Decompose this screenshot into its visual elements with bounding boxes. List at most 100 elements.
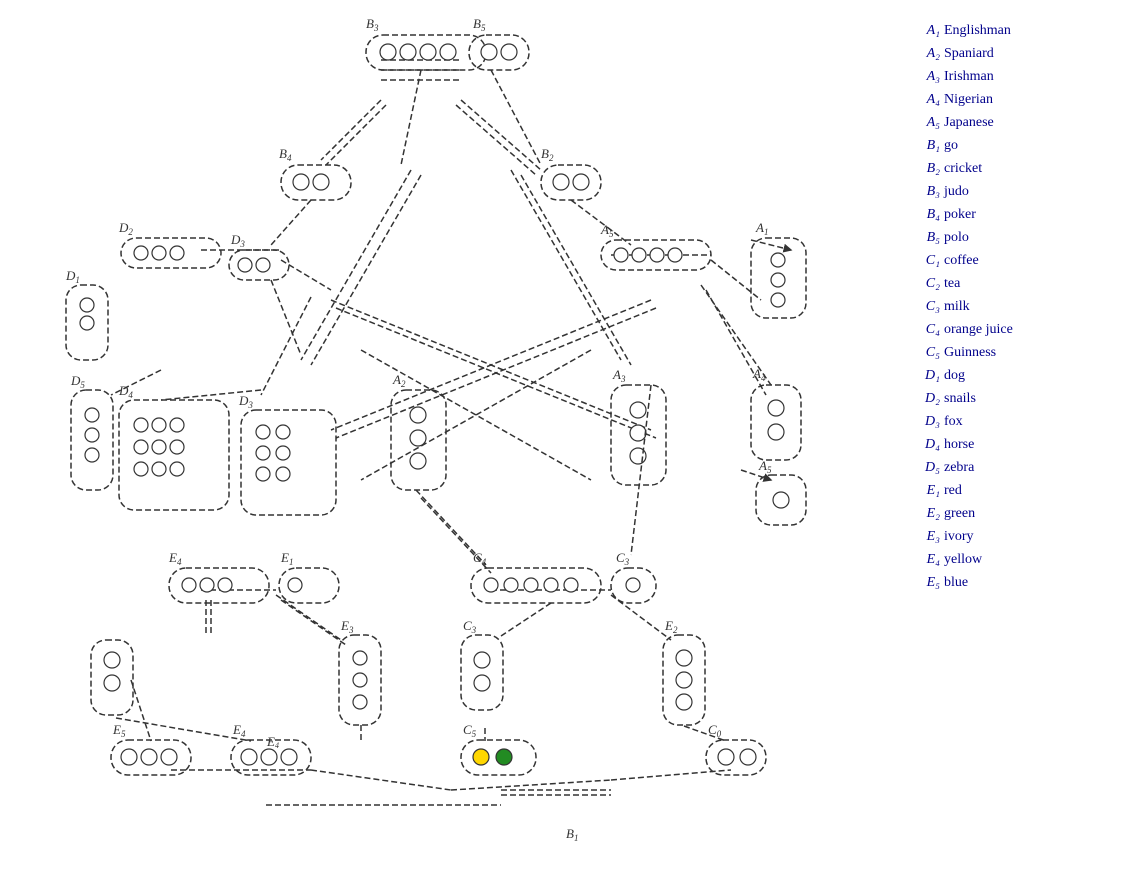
legend-item: E₁red [912,480,1112,501]
legend-value: Irishman [944,66,994,87]
legend-key: E₁ [912,480,940,501]
legend-value: cricket [944,158,982,179]
svg-text:E4: E4 [232,722,246,739]
legend-area: A₁EnglishmanA₂SpaniardA₃IrishmanA₄Nigeri… [902,0,1122,873]
legend-item: D₂snails [912,388,1112,409]
legend-item: D₄horse [912,434,1112,455]
svg-text:B2: B2 [541,146,554,163]
legend-value: red [944,480,962,501]
legend-item: D₁dog [912,365,1112,386]
legend-key: D₅ [912,457,940,478]
legend-value: go [944,135,958,156]
legend-key: E₂ [912,503,940,524]
legend-value: judo [944,181,969,202]
legend-item: C₁coffee [912,250,1112,271]
legend-key: D₄ [912,434,940,455]
legend-value: dog [944,365,965,386]
svg-text:D4: D4 [118,383,133,400]
legend-key: D₂ [912,388,940,409]
legend-item: A₁Englishman [912,20,1112,41]
legend-value: zebra [944,457,974,478]
legend-value: fox [944,411,963,432]
legend-key: B₁ [912,135,940,156]
svg-text:D3: D3 [230,232,245,249]
svg-text:E2: E2 [664,618,678,635]
legend-item: B₁go [912,135,1112,156]
legend-value: blue [944,572,968,593]
legend-key: D₁ [912,365,940,386]
legend-key: C₃ [912,296,940,317]
legend-value: green [944,503,975,524]
legend-key: C₂ [912,273,940,294]
legend-item: D₃fox [912,411,1112,432]
svg-text:E3: E3 [340,618,354,635]
legend-item: D₅zebra [912,457,1112,478]
legend-item: A₅Japanese [912,112,1112,133]
legend-value: poker [944,204,976,225]
legend-value: Englishman [944,20,1011,41]
legend-key: E₅ [912,572,940,593]
legend-key: C₄ [912,319,940,340]
legend-item: B₃judo [912,181,1112,202]
diagram-area: .dashed { stroke: #333; stroke-width: 1.… [0,0,902,873]
legend-item: B₂cricket [912,158,1112,179]
svg-text:A1: A1 [755,220,768,237]
legend-value: ivory [944,526,974,547]
legend-value: yellow [944,549,982,570]
legend-key: A₄ [912,89,940,110]
svg-text:E4: E4 [266,734,279,750]
svg-text:D1: D1 [65,268,80,285]
legend-value: horse [944,434,974,455]
svg-text:C3: C3 [616,550,630,567]
legend-value: orange juice [944,319,1013,340]
svg-text:E4: E4 [168,550,182,567]
legend-value: Guinness [944,342,996,363]
legend-value: Spaniard [944,43,994,64]
legend-item: E₃ivory [912,526,1112,547]
legend-value: snails [944,388,976,409]
svg-text:B1: B1 [566,826,578,843]
legend-value: tea [944,273,960,294]
legend-key: E₃ [912,526,940,547]
svg-text:B4: B4 [279,146,292,163]
svg-text:E5: E5 [112,722,126,739]
legend-item: C₅Guinness [912,342,1112,363]
legend-value: milk [944,296,970,317]
legend-value: coffee [944,250,979,271]
legend-item: E₂green [912,503,1112,524]
legend-value: Nigerian [944,89,993,110]
legend-item: C₃milk [912,296,1112,317]
main-container: .dashed { stroke: #333; stroke-width: 1.… [0,0,1122,873]
svg-text:D5: D5 [70,373,85,390]
legend-item: A₄Nigerian [912,89,1112,110]
legend-key: A₂ [912,43,940,64]
svg-text:C3: C3 [463,618,477,635]
legend-item: A₂Spaniard [912,43,1112,64]
legend-item: B₅polo [912,227,1112,248]
legend-value: Japanese [944,112,994,133]
svg-text:D2: D2 [118,220,133,237]
legend-item: B₄poker [912,204,1112,225]
svg-text:C5: C5 [463,722,477,739]
svg-text:E1: E1 [280,550,293,567]
legend-item: E₄yellow [912,549,1112,570]
legend-key: C₁ [912,250,940,271]
legend-key: A₅ [912,112,940,133]
legend-key: B₅ [912,227,940,248]
legend-item: C₂tea [912,273,1112,294]
legend-key: A₁ [912,20,940,41]
legend-key: B₄ [912,204,940,225]
legend-item: E₅blue [912,572,1112,593]
legend-key: E₄ [912,549,940,570]
legend-key: D₃ [912,411,940,432]
legend-key: B₂ [912,158,940,179]
legend-key: A₃ [912,66,940,87]
svg-text:D3: D3 [238,393,253,410]
svg-text:A3: A3 [612,367,626,384]
legend-item: A₃Irishman [912,66,1112,87]
legend-value: polo [944,227,969,248]
legend-key: B₃ [912,181,940,202]
svg-text:B5: B5 [473,16,486,33]
legend-key: C₅ [912,342,940,363]
svg-text:B3: B3 [366,16,379,33]
